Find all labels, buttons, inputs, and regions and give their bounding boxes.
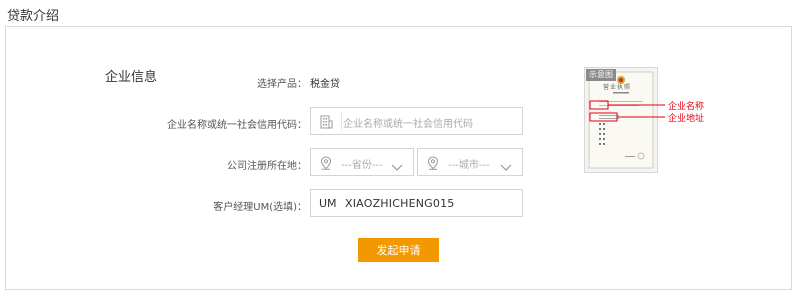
company-placeholder: 企业名称或统一社会信用代码	[343, 119, 473, 130]
province-select[interactable]: ---省份---	[310, 148, 414, 176]
product-value: 税金贷	[310, 79, 340, 90]
chevron-down-icon	[500, 157, 512, 171]
city-select[interactable]: ---城市---	[417, 148, 523, 176]
annotation-company-address: 企业地址	[668, 114, 705, 124]
location-label: 公司注册所在地：	[227, 161, 307, 172]
chevron-down-icon	[391, 157, 403, 171]
province-placeholder: ---省份---	[341, 160, 383, 171]
submit-button[interactable]: 发起申请	[358, 238, 439, 262]
manager-label: 客户经理UM(选填)：	[213, 202, 307, 213]
location-pin-icon	[426, 155, 440, 170]
license-title: 营业执照	[603, 84, 632, 91]
sample-tag: 示意图	[586, 69, 616, 81]
building-icon	[319, 114, 333, 129]
product-label: 选择产品：	[257, 79, 307, 90]
page-title: 贷款介绍	[7, 9, 60, 24]
field-divider	[341, 113, 342, 130]
manager-field[interactable]: UM XIAOZHICHENG015	[310, 189, 523, 217]
city-placeholder: ---城市---	[448, 160, 490, 171]
location-pin-icon	[319, 155, 333, 170]
manager-value: XIAOZHICHENG015	[345, 197, 455, 210]
company-label: 企业名称或统一社会信用代码：	[167, 120, 307, 131]
um-prefix: UM	[319, 197, 337, 210]
company-field[interactable]: 企业名称或统一社会信用代码	[310, 107, 523, 135]
